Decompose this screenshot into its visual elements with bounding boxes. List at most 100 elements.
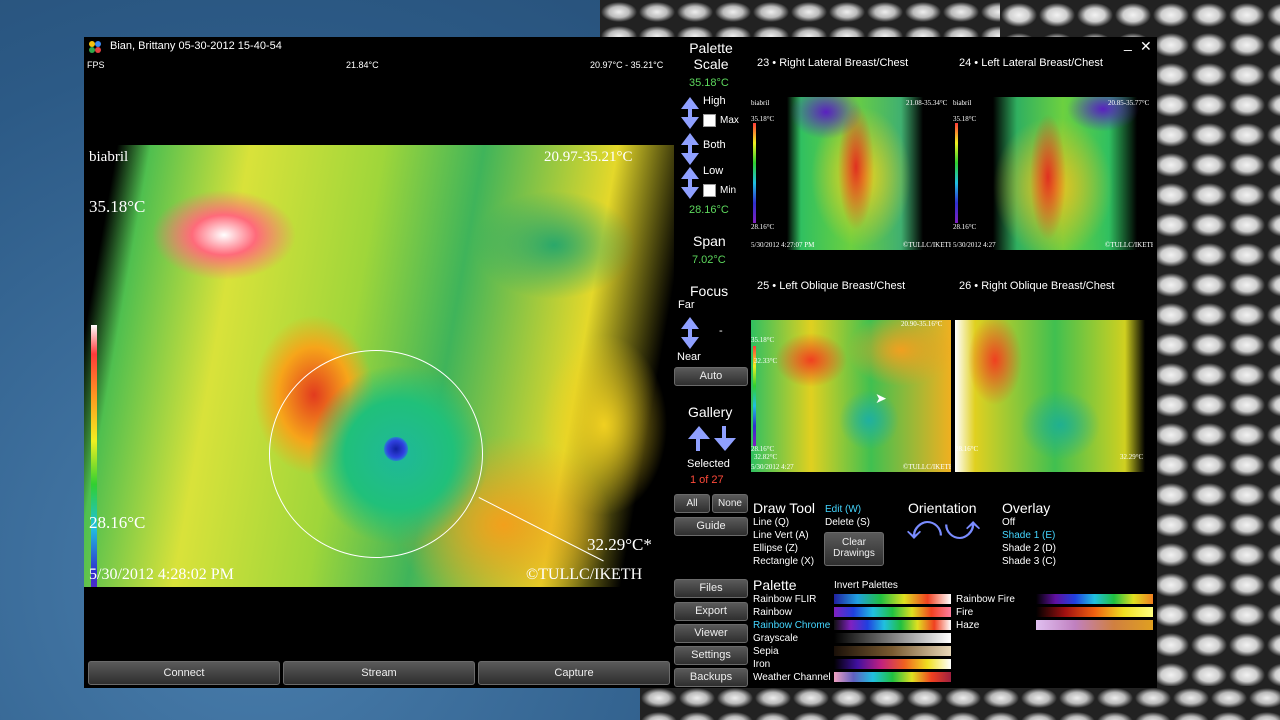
span-label: Span [693, 233, 726, 249]
palette-rainbow[interactable]: Rainbow [753, 607, 792, 618]
roi-circle[interactable] [269, 350, 483, 558]
draw-line-option[interactable]: Line (Q) [753, 517, 789, 528]
draw-rectangle-option[interactable]: Rectangle (X) [753, 556, 814, 567]
thumb-range: 20.85-35.77°C [1108, 99, 1150, 107]
rotate-left-icon[interactable]: ⤺ [906, 509, 942, 548]
palette-rainbow-flir[interactable]: Rainbow FLIR [753, 594, 816, 605]
focus-arrows-icon[interactable] [680, 317, 700, 349]
thumb-low: 28.16°C [953, 223, 977, 231]
high-label: High [703, 95, 726, 107]
draw-edit-option[interactable]: Edit (W) [825, 504, 861, 515]
thumb-date: 5/30/2012 4:27:07 PM [751, 241, 815, 249]
gallery-next-arrow-icon[interactable] [713, 426, 736, 452]
clear-drawings-button[interactable]: Clear Drawings [824, 532, 884, 566]
image-range: 20.97-35.21°C [544, 149, 633, 165]
connect-button[interactable]: Connect [88, 661, 280, 685]
gallery-prev-arrow-icon[interactable] [687, 426, 710, 452]
backups-button[interactable]: Backups [674, 668, 748, 687]
export-button[interactable]: Export [674, 602, 748, 621]
files-button[interactable]: Files [674, 579, 748, 598]
min-checkbox[interactable] [703, 184, 716, 197]
palette-grayscale[interactable]: Grayscale [753, 633, 798, 644]
viewer-button[interactable]: Viewer [674, 624, 748, 643]
max-checkbox[interactable] [703, 114, 716, 127]
palette-weather-channel[interactable]: Weather Channel [753, 672, 831, 683]
patient-code: biabril [89, 149, 129, 165]
thumb-date: 5/30/2012 4:27 [953, 241, 996, 249]
spot-temperature: 32.29°C* [587, 535, 652, 554]
settings-button[interactable]: Settings [674, 646, 748, 665]
span-value: 7.02°C [692, 254, 726, 266]
focus-label: Focus [690, 283, 729, 299]
minimize-button[interactable]: _ [1124, 35, 1132, 51]
overlay-shade3-option[interactable]: Shade 3 (C) [1002, 556, 1056, 567]
guide-button[interactable]: Guide [674, 517, 748, 536]
draw-ellipse-option[interactable]: Ellipse (Z) [753, 543, 798, 554]
palette-scale-title: Palette Scale [689, 40, 733, 72]
min-label: Min [720, 185, 737, 196]
close-button[interactable]: ✕ [1140, 38, 1152, 55]
stream-button[interactable]: Stream [283, 661, 475, 685]
palette-fire[interactable]: Fire [956, 607, 973, 618]
draw-line-vert-option[interactable]: Line Vert (A) [753, 530, 809, 541]
palette-rainbow-chrome-swatch[interactable] [834, 620, 951, 630]
palette-rainbow-fire[interactable]: Rainbow Fire [956, 594, 1015, 605]
focus-value: - [719, 325, 723, 337]
both-label: Both [703, 139, 726, 151]
capture-button[interactable]: Capture [478, 661, 670, 685]
thumbnail-23-image[interactable]: biabril 21.08-35.34°C 35.18°C 28.16°C 5/… [751, 97, 951, 250]
rotate-right-icon[interactable]: ⤻ [944, 509, 980, 548]
invert-palettes-option[interactable]: Invert Palettes [834, 580, 898, 591]
select-none-button[interactable]: None [712, 494, 748, 513]
thumb-copyright: ©TULLC/IKETH [903, 463, 951, 471]
scale-high: 35.18°C [89, 197, 146, 216]
thumb-high: 35.18°C [751, 115, 775, 123]
palette-haze-swatch[interactable] [1036, 620, 1153, 630]
temperature-scale-bar [91, 325, 97, 587]
palette-rainbow-flir-swatch[interactable] [834, 594, 951, 604]
select-all-button[interactable]: All [674, 494, 710, 513]
thumbnail-26-image[interactable]: 28.16°C 32.29°C [955, 320, 1155, 472]
palette-sepia-swatch[interactable] [834, 646, 951, 656]
low-adjust-arrows-icon[interactable] [680, 167, 700, 199]
thumb-low: 28.16°C [751, 445, 775, 453]
scale-low-value: 28.16°C [689, 204, 729, 216]
thumb-low: 28.16°C [955, 445, 979, 453]
gallery-label: Gallery [688, 404, 733, 420]
main-thermal-image[interactable]: biabril 20.97-35.21°C 35.18°C 28.16°C 32… [84, 145, 674, 587]
spot-leader-line [478, 497, 604, 562]
low-label: Low [703, 165, 724, 177]
fps-label: FPS [87, 60, 105, 70]
palette-sepia[interactable]: Sepia [753, 646, 779, 657]
high-adjust-arrows-icon[interactable] [680, 97, 700, 129]
palette-grayscale-swatch[interactable] [834, 633, 951, 643]
both-adjust-arrows-icon[interactable] [680, 133, 700, 165]
overlay-off-option[interactable]: Off [1002, 517, 1015, 528]
center-temp: 21.84°C [346, 60, 379, 70]
selected-count: 1 of 27 [690, 474, 724, 486]
overlay-shade1-option[interactable]: Shade 1 (E) [1002, 530, 1055, 541]
thumbnail-24-image[interactable]: biabril 20.85-35.77°C 35.18°C 28.16°C 5/… [953, 97, 1153, 250]
selected-label: Selected [687, 458, 730, 470]
thumb-spot: 32.29°C [1120, 453, 1144, 461]
palette-haze[interactable]: Haze [956, 620, 979, 631]
thumbnail-23-label: 23 • Right Lateral Breast/Chest [757, 57, 909, 69]
palette-rainbow-fire-swatch[interactable] [1036, 594, 1153, 604]
thumbnail-25-image[interactable]: 20.90-35.16°C 35.18°C 32.33°C 28.16°C 32… [751, 320, 951, 472]
overlay-shade2-option[interactable]: Shade 2 (D) [1002, 543, 1056, 554]
palette-rainbow-chrome[interactable]: Rainbow Chrome [753, 620, 830, 631]
app-logo-icon [88, 40, 102, 54]
background-pattern-bottom [640, 686, 1280, 720]
palette-fire-swatch[interactable] [1036, 607, 1153, 617]
draw-delete-option[interactable]: Delete (S) [825, 517, 870, 528]
thumbnail-25-label: 25 • Left Oblique Breast/Chest [757, 280, 906, 292]
palette-iron[interactable]: Iron [753, 659, 770, 670]
palette-weather-channel-swatch[interactable] [834, 672, 951, 682]
auto-focus-button[interactable]: Auto [674, 367, 748, 386]
far-label: Far [678, 299, 695, 311]
max-label: Max [720, 115, 739, 126]
thumbnail-scale-bar [955, 123, 958, 223]
palette-rainbow-swatch[interactable] [834, 607, 951, 617]
thumb-range: 21.08-35.34°C [906, 99, 948, 107]
palette-iron-swatch[interactable] [834, 659, 951, 669]
